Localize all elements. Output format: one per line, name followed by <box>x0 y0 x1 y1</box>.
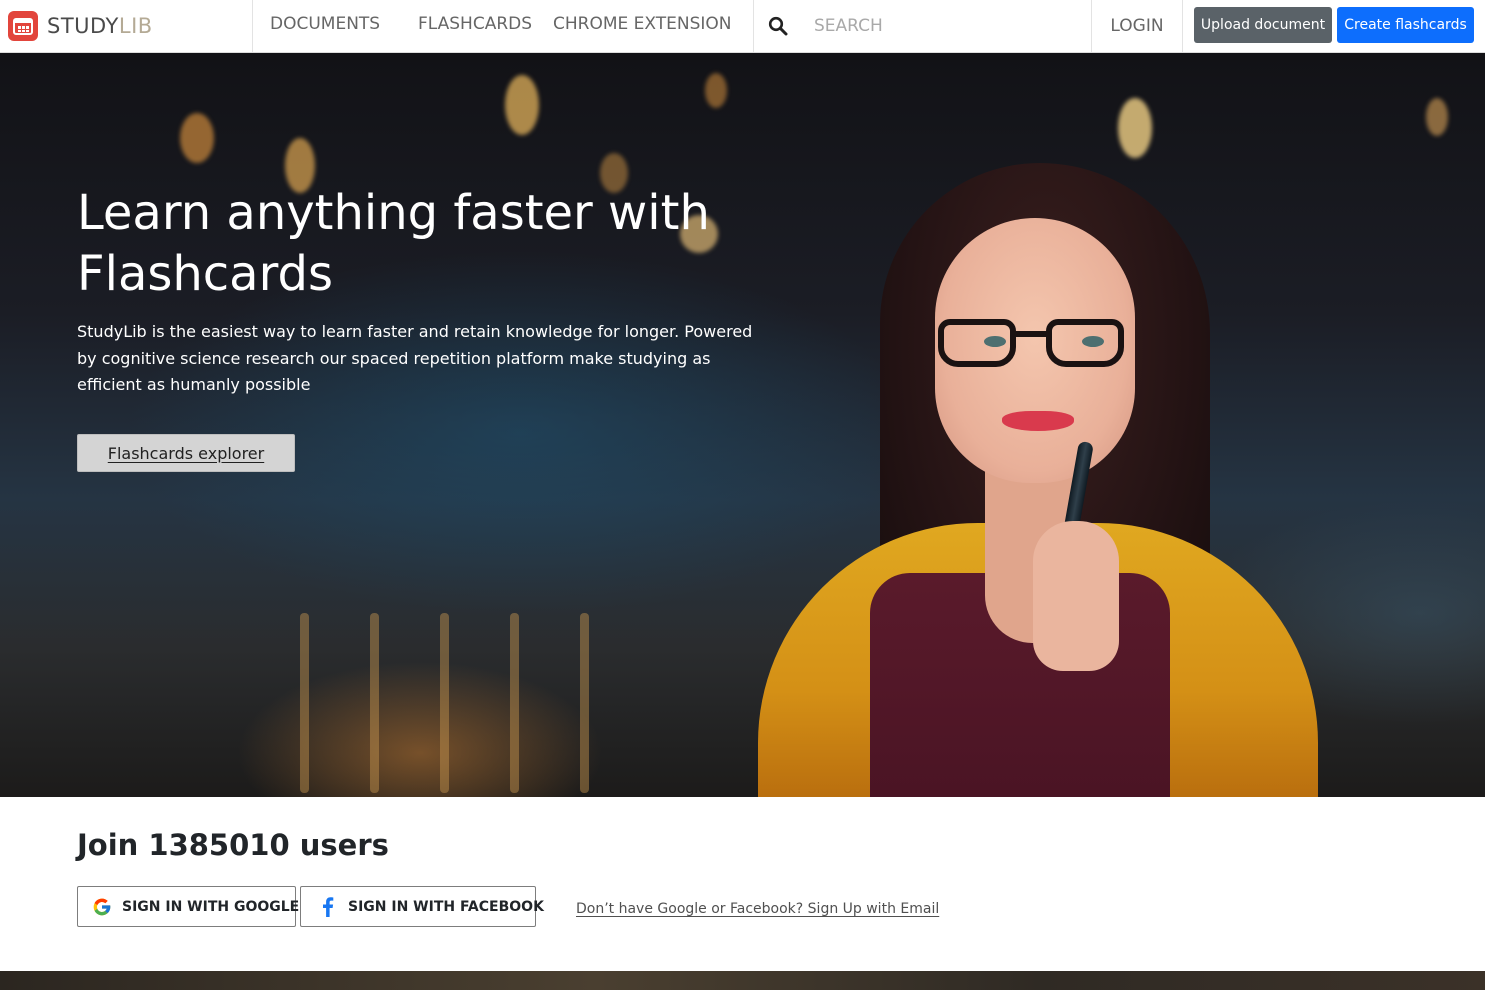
top-navbar: STUDYLIB DOCUMENTS FLASHCARDS CHROME EXT… <box>0 0 1485 53</box>
join-title: Join 1385010 users <box>77 828 389 862</box>
next-section-image-strip <box>0 971 1485 990</box>
hero-title: Learn anything faster with Flashcards <box>77 185 710 302</box>
hero-bokeh-light <box>1426 98 1448 136</box>
sign-in-facebook-label: SIGN IN WITH FACEBOOK <box>348 898 544 915</box>
hero-bokeh-light <box>180 113 214 163</box>
search-input[interactable] <box>814 16 1084 36</box>
hero-bokeh-light <box>705 73 727 108</box>
create-flashcards-button[interactable]: Create flashcards <box>1337 7 1474 43</box>
sign-in-facebook-button[interactable]: SIGN IN WITH FACEBOOK <box>300 886 544 927</box>
hero-bokeh-light <box>505 75 539 135</box>
google-icon <box>93 898 111 915</box>
nav-flashcards[interactable]: FLASHCARDS <box>418 14 532 34</box>
hero-section: Learn anything faster with Flashcards St… <box>0 53 1485 797</box>
hero-chair-bar <box>510 613 519 793</box>
nav-chrome-extension[interactable]: CHROME EXTENSION <box>553 14 732 34</box>
person-glasses-bridge <box>1014 331 1048 337</box>
hero-chair-bar <box>440 613 449 793</box>
hero-chair-bar <box>300 613 309 793</box>
search-box <box>754 0 1092 52</box>
flashcards-explorer-button[interactable]: Flashcards explorer <box>77 434 295 472</box>
person-hand <box>1033 521 1119 671</box>
studylib-logo-icon <box>8 11 38 41</box>
hero-chair-bar <box>580 613 589 793</box>
sign-in-google-button[interactable]: SIGN IN WITH GOOGLE <box>77 886 300 927</box>
brand-name: STUDYLIB <box>47 14 153 38</box>
login-link[interactable]: LOGIN <box>1092 0 1183 52</box>
person-glasses <box>938 319 1016 367</box>
hero-description: StudyLib is the easiest way to learn fas… <box>77 322 753 394</box>
studylib-logo-link[interactable]: STUDYLIB <box>0 0 253 52</box>
nav-documents[interactable]: DOCUMENTS <box>270 14 380 34</box>
hero-bokeh-light <box>1118 98 1152 158</box>
upload-document-button[interactable]: Upload document <box>1194 7 1332 43</box>
person-glasses <box>1046 319 1124 367</box>
hero-chair-bar <box>370 613 379 793</box>
main-nav: DOCUMENTS FLASHCARDS CHROME EXTENSION <box>253 0 754 52</box>
sign-in-google-label: SIGN IN WITH GOOGLE <box>122 898 300 915</box>
sign-up-email-link[interactable]: Don’t have Google or Facebook? Sign Up w… <box>576 901 939 917</box>
person-lips <box>1002 411 1074 431</box>
facebook-icon <box>323 896 334 917</box>
search-icon[interactable] <box>768 16 788 36</box>
